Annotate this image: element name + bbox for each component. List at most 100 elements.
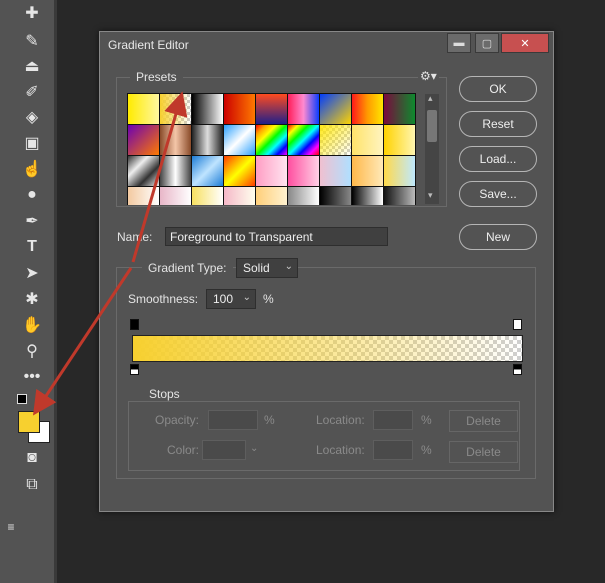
preset-swatch[interactable]: [159, 124, 192, 156]
preset-swatch[interactable]: [127, 93, 160, 125]
preset-swatch[interactable]: [255, 186, 288, 205]
history-brush-icon[interactable]: ✐: [21, 81, 43, 103]
reset-button[interactable]: Reset: [459, 111, 537, 137]
presets-grid: [127, 93, 416, 205]
healing-brush-icon[interactable]: ✚: [21, 2, 43, 24]
hand-icon[interactable]: ✋: [21, 314, 43, 336]
preset-swatch[interactable]: [319, 124, 352, 156]
opacity-stop-left[interactable]: [130, 319, 139, 330]
preset-swatch[interactable]: [191, 186, 224, 205]
preset-swatch[interactable]: [287, 93, 320, 125]
default-colors-icon[interactable]: [17, 394, 27, 404]
preset-swatch[interactable]: [255, 93, 288, 125]
new-button[interactable]: New: [459, 224, 537, 250]
name-field[interactable]: Foreground to Transparent: [165, 227, 388, 246]
preset-swatch[interactable]: [159, 155, 192, 187]
load-button[interactable]: Load...: [459, 146, 537, 172]
dodge-icon[interactable]: ●: [21, 184, 43, 206]
preset-swatch[interactable]: [351, 124, 384, 156]
preset-swatch[interactable]: [159, 93, 192, 125]
preset-swatch[interactable]: [351, 155, 384, 187]
color-stop-left[interactable]: [130, 364, 139, 375]
preset-swatch[interactable]: [255, 124, 288, 156]
smoothness-unit: %: [263, 292, 274, 306]
type-icon[interactable]: T: [21, 236, 43, 258]
brush-icon[interactable]: ✎: [21, 30, 43, 52]
maximize-button[interactable]: ▢: [475, 33, 499, 53]
color-location-input[interactable]: [373, 440, 413, 460]
preset-swatch[interactable]: [287, 124, 320, 156]
foreground-color-swatch[interactable]: [18, 411, 40, 433]
color-location-label: Location:: [316, 443, 365, 457]
panel-grip-icon[interactable]: ≡: [0, 516, 22, 538]
path-select-icon[interactable]: ➤: [21, 262, 43, 284]
preset-swatch[interactable]: [191, 124, 224, 156]
preset-swatch[interactable]: [319, 155, 352, 187]
color-stop-right[interactable]: [513, 364, 522, 375]
save-button[interactable]: Save...: [459, 181, 537, 207]
clone-stamp-icon[interactable]: ⏏: [21, 55, 43, 77]
minimize-button[interactable]: ▬: [447, 33, 471, 53]
preset-swatch[interactable]: [127, 124, 160, 156]
presets-label: Presets: [130, 70, 183, 84]
chevron-down-icon: ⌄: [284, 261, 293, 272]
quick-mask-icon[interactable]: ◙: [21, 447, 43, 469]
preset-swatch[interactable]: [351, 93, 384, 125]
pen-icon[interactable]: ✒: [21, 210, 43, 232]
scroll-up-icon[interactable]: ▴: [428, 93, 433, 104]
gradient-icon[interactable]: ▣: [21, 132, 43, 154]
gradient-preview-bar[interactable]: [132, 335, 523, 362]
scroll-down-icon[interactable]: ▾: [428, 190, 433, 201]
preset-swatch[interactable]: [287, 186, 320, 205]
preset-swatch[interactable]: [383, 186, 416, 205]
delete-opacity-stop-button[interactable]: Delete: [449, 410, 518, 432]
preset-swatch[interactable]: [191, 93, 224, 125]
preset-swatch[interactable]: [223, 155, 256, 187]
preset-swatch[interactable]: [191, 155, 224, 187]
preset-swatch[interactable]: [383, 124, 416, 156]
scroll-thumb[interactable]: [427, 110, 437, 142]
preset-swatch[interactable]: [383, 93, 416, 125]
presets-scrollbar[interactable]: ▴ ▾: [425, 93, 439, 204]
opacity-stop-right[interactable]: [513, 319, 522, 330]
preset-swatch[interactable]: [319, 93, 352, 125]
preset-swatch[interactable]: [127, 186, 160, 205]
preset-swatch[interactable]: [127, 155, 160, 187]
preset-swatch[interactable]: [287, 155, 320, 187]
preset-swatch[interactable]: [255, 155, 288, 187]
eraser-icon[interactable]: ◈: [21, 106, 43, 128]
preset-swatch[interactable]: [223, 124, 256, 156]
delete-color-stop-button[interactable]: Delete: [449, 441, 518, 463]
shape-icon[interactable]: ✱: [21, 288, 43, 310]
gradient-type-select[interactable]: Solid ⌄: [236, 258, 298, 278]
opacity-location-input[interactable]: [373, 410, 413, 430]
ok-button[interactable]: OK: [459, 76, 537, 102]
smoothness-value: 100: [213, 292, 234, 306]
smoothness-label: Smoothness:: [128, 292, 199, 306]
smoothness-input[interactable]: 100 ⌄: [206, 289, 256, 309]
opacity-input[interactable]: [208, 410, 258, 430]
gradient-editor-dialog: Gradient Editor ▬ ▢ ✕ Presets ⚙▾ ▴ ▾ OK …: [99, 31, 554, 512]
color-label: Color:: [167, 443, 200, 457]
preset-swatch[interactable]: [319, 186, 352, 205]
color-swatch-input[interactable]: [202, 440, 246, 460]
preset-swatch[interactable]: [351, 186, 384, 205]
opacity-unit: %: [264, 413, 275, 427]
smudge-icon[interactable]: ☝: [21, 158, 43, 180]
name-label: Name:: [117, 230, 153, 244]
close-button[interactable]: ✕: [501, 33, 549, 53]
preset-swatch[interactable]: [383, 155, 416, 187]
preset-swatch[interactable]: [159, 186, 192, 205]
swap-colors-icon[interactable]: ⇆: [34, 388, 56, 410]
zoom-icon[interactable]: ⚲: [21, 340, 43, 362]
chevron-down-icon: ⌄: [250, 443, 259, 454]
panel-edge: [54, 0, 57, 583]
opacity-label: Opacity:: [155, 413, 200, 427]
screen-mode-icon[interactable]: ⧉: [21, 474, 43, 496]
gradient-type-label: Gradient Type:: [142, 261, 233, 275]
tools-panel: ✚ ✎ ⏏ ✐ ◈ ▣ ☝ ● ✒ T ➤ ✱ ✋ ⚲ ••• ⇆ ◙ ⧉ ≡: [0, 0, 57, 583]
preset-swatch[interactable]: [223, 93, 256, 125]
more-tools-icon[interactable]: •••: [21, 366, 43, 388]
preset-swatch[interactable]: [223, 186, 256, 205]
presets-gear-icon[interactable]: ⚙▾: [418, 69, 439, 83]
